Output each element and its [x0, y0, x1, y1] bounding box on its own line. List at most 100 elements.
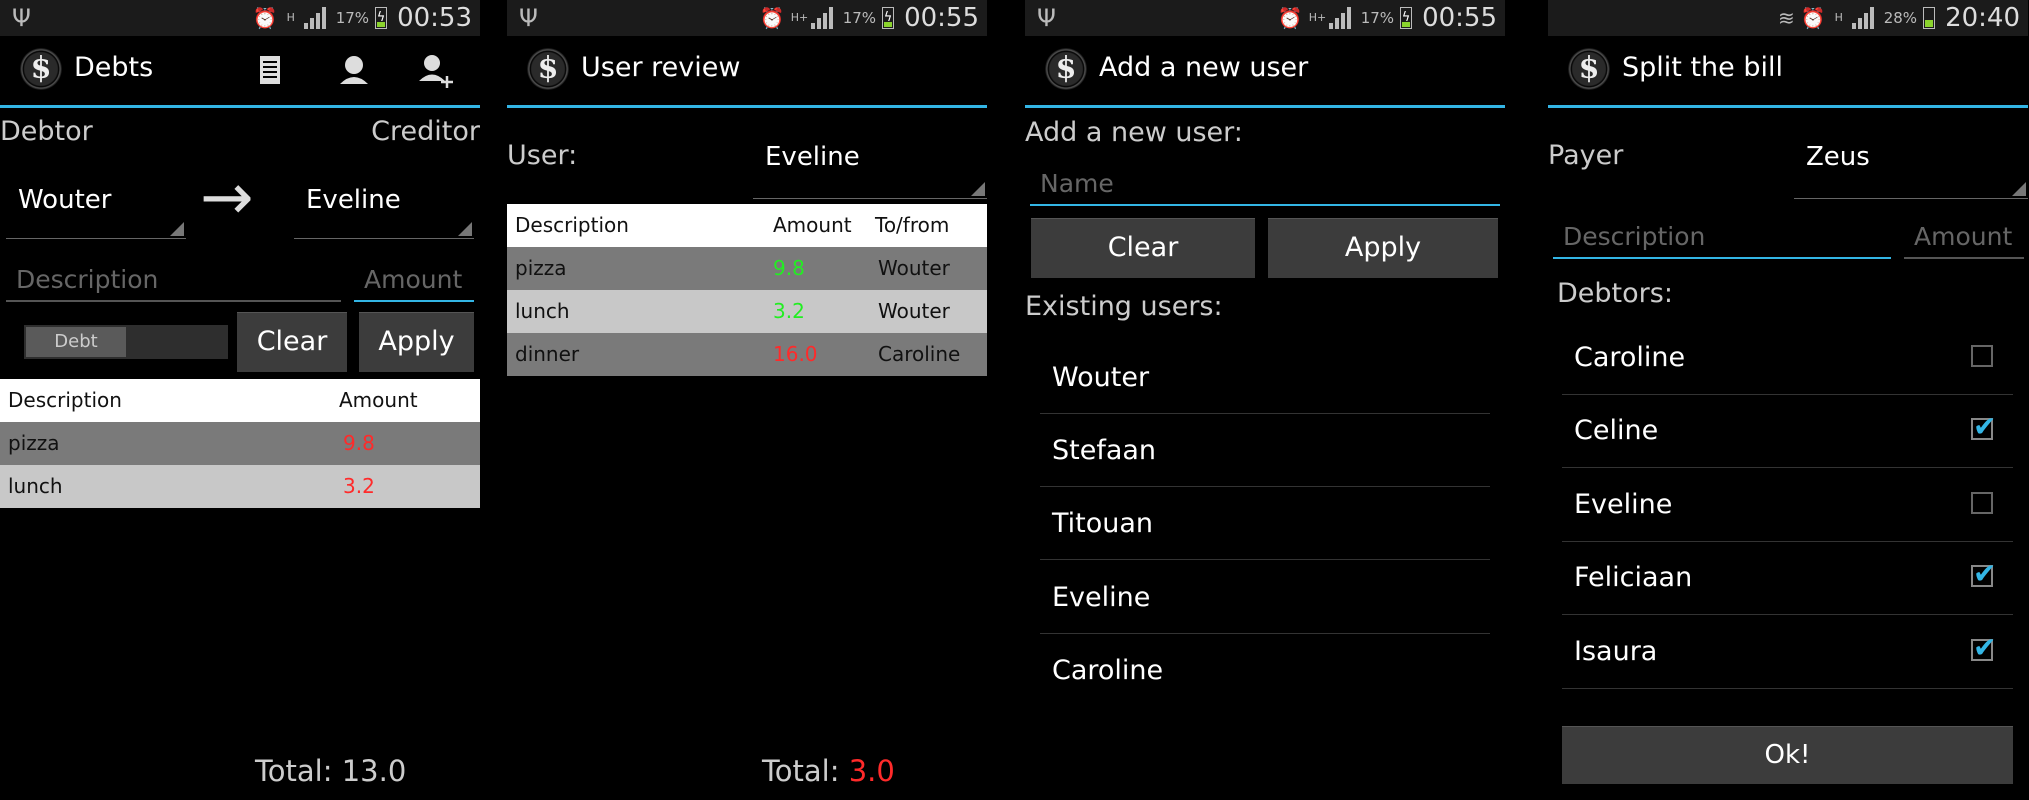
name-placeholder: Name	[1040, 169, 1114, 198]
amount-field[interactable]: Amount	[354, 250, 474, 302]
signal-icon	[303, 7, 330, 29]
battery-icon: ϟ	[375, 7, 388, 29]
table-header: Description Amount	[0, 379, 480, 422]
table-row[interactable]: pizza 9.8 Wouter	[507, 247, 987, 290]
clock: 00:55	[904, 3, 979, 33]
network-type: H+	[1308, 11, 1327, 24]
page-title: Add a new user	[1099, 52, 1309, 83]
clear-button[interactable]: Clear	[1031, 218, 1255, 278]
list-item[interactable]: Wouter	[1040, 340, 1490, 414]
debtor-item-celine[interactable]: Celine	[1562, 394, 2013, 468]
alarm-icon: ⏰	[759, 6, 785, 30]
app-logo-icon[interactable]: $	[527, 48, 569, 90]
spinner-arrow-icon	[2012, 182, 2026, 196]
debts-screen: Ψ ⏰ H 17% ϟ 00:53 $ Debts Debtor Credito…	[0, 0, 480, 800]
checkbox-icon[interactable]	[1971, 492, 1993, 514]
network-type: H	[286, 11, 295, 24]
debtor-name: Isaura	[1574, 636, 1658, 667]
debtor-item-caroline[interactable]: Caroline	[1562, 321, 2013, 395]
debtor-item-feliciaan[interactable]: Feliciaan	[1562, 541, 2013, 615]
vibrate-icon: ≋	[1778, 6, 1795, 30]
total-label: Total:	[762, 754, 849, 788]
header-description: Description	[8, 388, 122, 412]
add-user-icon[interactable]	[416, 50, 456, 90]
total: Total: 3.0	[762, 754, 895, 788]
checkbox-checked-icon[interactable]	[1971, 410, 1996, 443]
debtors-label: Debtors:	[1557, 278, 1673, 309]
signal-icon	[810, 7, 837, 29]
list-item[interactable]: Stefaan	[1040, 413, 1490, 487]
row-description: pizza	[8, 431, 60, 455]
toggle-label: Debt	[26, 327, 126, 357]
row-description: lunch	[8, 474, 63, 498]
row-amount: 3.2	[343, 474, 375, 498]
debtor-item-eveline[interactable]: Eveline	[1562, 468, 2013, 542]
total-value: 13.0	[341, 754, 407, 788]
amount-field[interactable]: Amount	[1904, 212, 2024, 259]
list-item[interactable]: Eveline	[1040, 560, 1490, 634]
checkbox-checked-icon[interactable]	[1971, 557, 1996, 590]
total-value: 3.0	[848, 754, 895, 788]
debtor-name: Feliciaan	[1574, 562, 1693, 593]
page-title: Debts	[74, 52, 154, 83]
status-bar: Ψ ⏰ H 17% ϟ 00:53	[0, 0, 480, 36]
action-bar: $ Split the bill	[1548, 36, 2028, 108]
signal-icon	[1851, 7, 1878, 29]
debtor-spinner[interactable]: Wouter	[6, 170, 186, 239]
debtor-name: Eveline	[1574, 489, 1673, 520]
header-amount: Amount	[773, 213, 852, 237]
action-bar: $ User review	[507, 36, 987, 108]
user-spinner[interactable]: Eveline	[753, 130, 987, 199]
battery-icon	[1923, 7, 1936, 29]
list-icon[interactable]	[250, 50, 290, 90]
debtor-item-isaura[interactable]: Isaura	[1562, 615, 2013, 689]
amount-placeholder: Amount	[364, 265, 463, 294]
apply-button[interactable]: Apply	[359, 312, 474, 372]
usb-icon: Ψ	[519, 4, 538, 32]
page-title: User review	[581, 52, 741, 83]
debtor-value: Wouter	[18, 185, 112, 215]
clear-button[interactable]: Clear	[237, 312, 347, 372]
split-bill-screen: ≋ ⏰ H 28% 20:40 $ Split the bill Payer Z…	[1548, 0, 2028, 800]
debt-toggle[interactable]: Debt	[24, 325, 228, 359]
table-row[interactable]: lunch 3.2	[0, 465, 480, 508]
name-field[interactable]: Name	[1030, 160, 1500, 206]
spinner-arrow-icon	[170, 222, 184, 236]
arrow-right-icon: →	[200, 161, 254, 235]
row-amount: 16.0	[773, 342, 818, 366]
description-field[interactable]: Description	[1553, 212, 1891, 259]
ok-button[interactable]: Ok!	[1562, 726, 2013, 784]
total-label: Total:	[255, 754, 342, 788]
table-row[interactable]: lunch 3.2 Wouter	[507, 290, 987, 333]
row-description: lunch	[515, 299, 570, 323]
amount-placeholder: Amount	[1914, 222, 2013, 251]
payer-spinner[interactable]: Zeus	[1794, 130, 2028, 199]
user-name: Eveline	[1052, 582, 1151, 613]
table-row[interactable]: dinner 16.0 Caroline	[507, 333, 987, 376]
battery-percent: 17%	[842, 9, 877, 27]
network-type: H	[1834, 11, 1843, 24]
user-icon[interactable]	[334, 50, 374, 90]
review-table: Description Amount To/from pizza 9.8 Wou…	[507, 204, 987, 376]
total: Total: 13.0	[255, 754, 406, 788]
clock: 00:53	[397, 3, 472, 33]
list-item[interactable]: Caroline	[1040, 633, 1490, 706]
list-item[interactable]: Titouan	[1040, 486, 1490, 560]
app-logo-icon[interactable]: $	[1568, 48, 1610, 90]
header-to-from: To/from	[875, 213, 950, 237]
apply-button[interactable]: Apply	[1268, 218, 1498, 278]
creditor-spinner[interactable]: Eveline	[294, 170, 474, 239]
row-amount: 9.8	[773, 256, 805, 280]
checkbox-checked-icon[interactable]	[1971, 631, 1996, 664]
battery-percent: 28%	[1883, 9, 1918, 27]
description-field[interactable]: Description	[6, 250, 341, 302]
existing-users-label: Existing users:	[1025, 291, 1223, 322]
row-description: pizza	[515, 256, 567, 280]
checkbox-icon[interactable]	[1971, 345, 1993, 367]
table-row[interactable]: pizza 9.8	[0, 422, 480, 465]
debtor-name: Celine	[1574, 415, 1659, 446]
debtor-label: Debtor	[0, 116, 93, 147]
app-logo-icon[interactable]: $	[20, 48, 62, 90]
app-logo-icon[interactable]: $	[1045, 48, 1087, 90]
payer-label: Payer	[1548, 140, 1624, 171]
